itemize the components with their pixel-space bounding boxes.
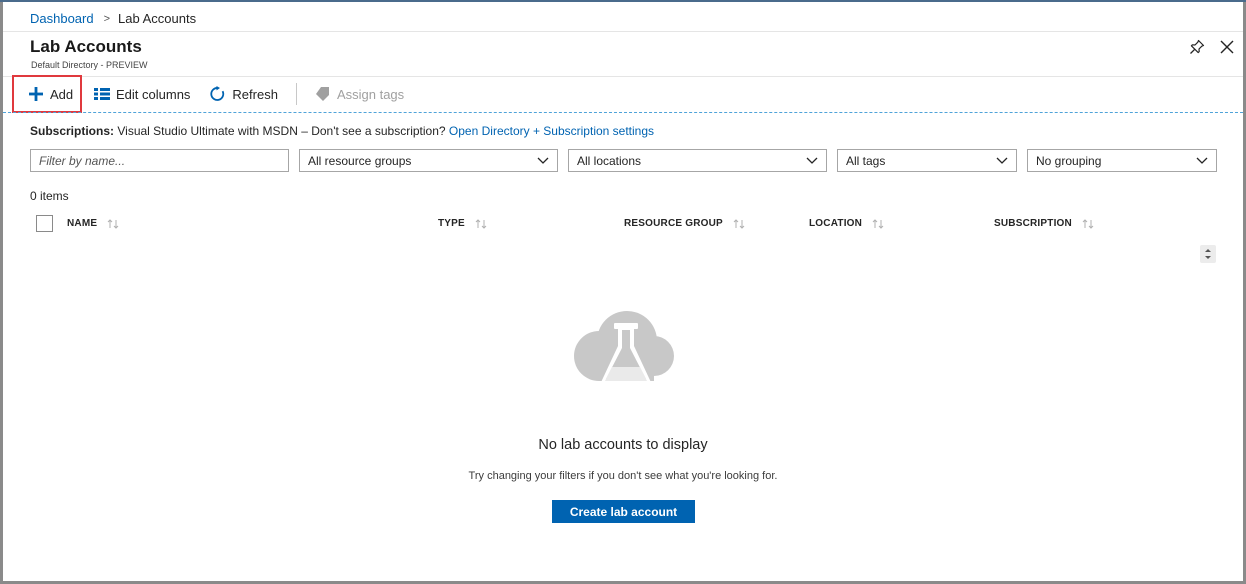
breadcrumb-separator: >: [103, 12, 111, 25]
command-bar: Add Edit columns Refresh Assign tags: [12, 75, 412, 113]
window-top-edge: [0, 0, 1246, 2]
subscriptions-line: Subscriptions: Visual Studio Ultimate wi…: [30, 124, 654, 138]
page-subtitle: Default Directory - PREVIEW: [31, 60, 148, 70]
sort-icon: [1082, 218, 1094, 229]
subscriptions-text: Visual Studio Ultimate with MSDN – Don't…: [117, 124, 446, 138]
close-icon[interactable]: [1218, 38, 1236, 56]
subscription-settings-link[interactable]: Open Directory + Subscription settings: [449, 124, 654, 138]
chevron-down-icon: [996, 157, 1008, 164]
tag-icon: [315, 86, 331, 102]
tags-dropdown[interactable]: All tags: [837, 149, 1017, 172]
pin-icon[interactable]: [1188, 38, 1206, 56]
column-header-subscription[interactable]: SUBSCRIPTION: [994, 218, 1094, 229]
lab-cloud-flask-icon: [572, 311, 676, 393]
resource-groups-dropdown[interactable]: All resource groups: [299, 149, 558, 172]
resource-groups-value: All resource groups: [308, 153, 412, 168]
plus-icon: [28, 86, 44, 102]
edit-columns-label: Edit columns: [116, 86, 191, 102]
toolbar-separator: [295, 83, 297, 105]
item-count: 0 items: [30, 189, 69, 203]
scroll-stepper[interactable]: [1200, 245, 1216, 263]
breadcrumb-dashboard-link[interactable]: Dashboard: [30, 11, 94, 26]
assign-tags-label: Assign tags: [336, 86, 405, 102]
column-header-resource-group[interactable]: RESOURCE GROUP: [624, 218, 745, 229]
chevron-down-icon: [1196, 157, 1208, 164]
tags-value: All tags: [846, 153, 886, 168]
empty-state-title: No lab accounts to display: [538, 437, 708, 453]
add-button[interactable]: Add: [12, 75, 82, 113]
column-label: RESOURCE GROUP: [624, 218, 723, 229]
breadcrumb-divider: [3, 31, 1243, 32]
edit-columns-button[interactable]: Edit columns: [86, 75, 198, 113]
toolbar-divider: [3, 112, 1243, 113]
refresh-label: Refresh: [232, 86, 278, 102]
locations-dropdown[interactable]: All locations: [568, 149, 827, 172]
scroll-arrows-icon: [1205, 249, 1211, 259]
empty-state-hint: Try changing your filters if you don't s…: [468, 470, 778, 482]
table-header: NAME TYPE RESOURCE GROUP LOCATION SUBSCR…: [30, 213, 1220, 233]
grouping-dropdown[interactable]: No grouping: [1027, 149, 1217, 172]
locations-value: All locations: [577, 153, 642, 168]
page-title: Lab Accounts: [30, 37, 142, 56]
sort-icon: [872, 218, 884, 229]
breadcrumb-current: Lab Accounts: [118, 11, 197, 26]
filter-by-name-input[interactable]: [30, 149, 289, 172]
columns-icon: [94, 88, 110, 100]
select-all-checkbox[interactable]: [36, 215, 53, 232]
column-label: NAME: [67, 218, 98, 229]
column-header-type[interactable]: TYPE: [438, 218, 487, 229]
column-label: SUBSCRIPTION: [994, 218, 1072, 229]
chevron-down-icon: [537, 157, 549, 164]
add-label: Add: [50, 86, 74, 102]
create-lab-account-button[interactable]: Create lab account: [552, 500, 695, 523]
refresh-button[interactable]: Refresh: [202, 75, 286, 113]
chevron-down-icon: [806, 157, 818, 164]
column-label: TYPE: [438, 218, 465, 229]
sort-icon: [475, 218, 487, 229]
column-header-location[interactable]: LOCATION: [809, 218, 884, 229]
grouping-value: No grouping: [1036, 153, 1102, 168]
assign-tags-button[interactable]: Assign tags: [307, 75, 412, 113]
column-header-name[interactable]: NAME: [67, 218, 119, 229]
refresh-icon: [210, 86, 226, 102]
sort-icon: [733, 218, 745, 229]
breadcrumb: Dashboard > Lab Accounts: [30, 11, 196, 26]
subscriptions-label: Subscriptions:: [30, 124, 115, 138]
sort-icon: [107, 218, 119, 229]
column-label: LOCATION: [809, 218, 863, 229]
